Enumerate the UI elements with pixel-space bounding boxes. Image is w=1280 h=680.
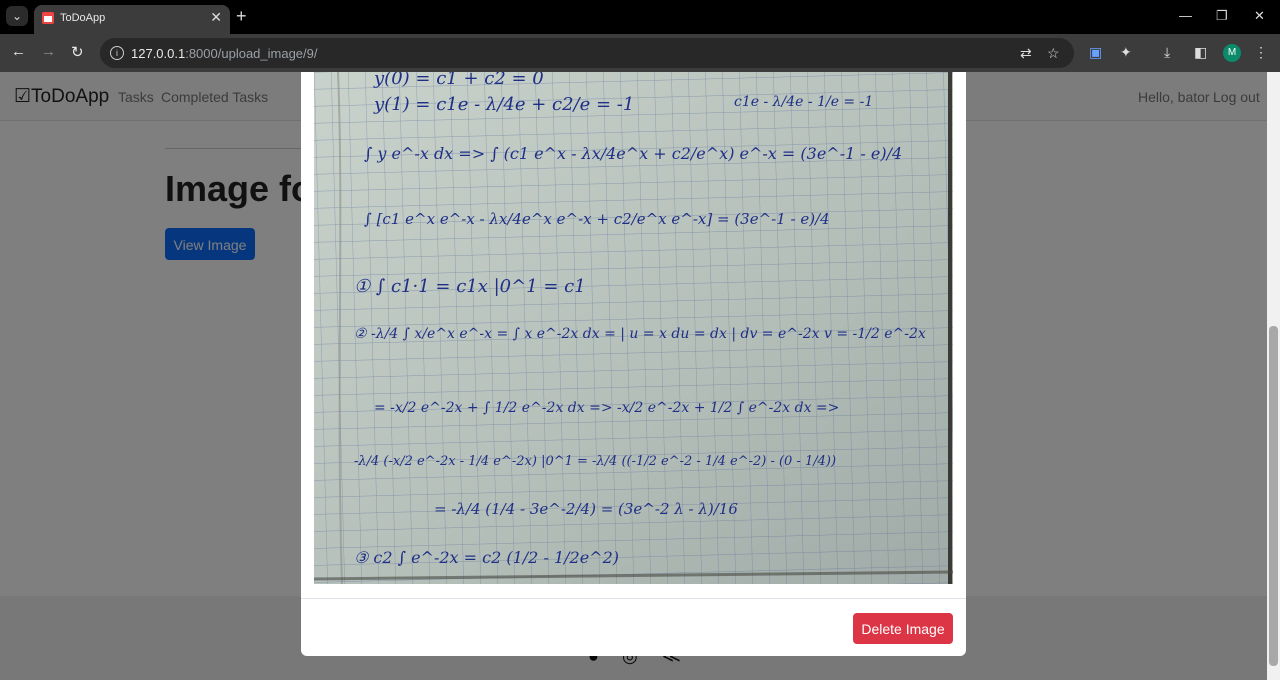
translate-icon[interactable]: ⇄ xyxy=(1020,45,1032,62)
address-bar[interactable]: i 127.0.0.1:8000/upload_image/9/ ⇄ ☆ xyxy=(100,38,1074,68)
menu-icon[interactable]: ⋮ xyxy=(1254,44,1268,61)
uploaded-image: y(0) = c1 + c2 = 0 y(1) = c1e - λ/4e + c… xyxy=(314,72,953,584)
modal-footer: Delete Image xyxy=(301,598,966,657)
side-panel-icon[interactable]: ◧ xyxy=(1194,44,1207,61)
note-line: ① ∫ c1·1 = c1x |0^1 = c1 xyxy=(354,276,586,297)
minimize-icon[interactable]: — xyxy=(1179,8,1192,23)
url-host: 127.0.0.1 xyxy=(131,46,186,61)
forward-icon[interactable]: → xyxy=(41,43,56,60)
note-line: = -λ/4 (1/4 - 3e^-2/4) = (3e^-2 λ - λ)/1… xyxy=(434,500,738,518)
site-info-icon[interactable]: i xyxy=(110,46,124,60)
new-tab-icon[interactable]: + xyxy=(236,6,247,27)
tab-search-icon[interactable]: ⌄ xyxy=(6,6,28,26)
note-line: y(0) = c1 + c2 = 0 xyxy=(374,72,544,89)
image-modal: y(0) = c1 + c2 = 0 y(1) = c1e - λ/4e + c… xyxy=(301,72,966,656)
download-icon[interactable]: ⤓ xyxy=(1164,44,1170,61)
browser-tabstrip: ⌄ ToDoApp ✕ + — ❐ ✕ xyxy=(0,0,1280,34)
note-line: ③ c2 ∫ e^-2x = c2 (1/2 - 1/2e^2) xyxy=(354,548,619,567)
url-text: 127.0.0.1:8000/upload_image/9/ xyxy=(131,46,318,61)
note-line: c1e - λ/4e - 1/e = -1 xyxy=(734,94,874,110)
url-path: :8000/upload_image/9/ xyxy=(185,46,318,61)
extensions-icon[interactable]: ✦ xyxy=(1120,44,1132,61)
close-tab-icon[interactable]: ✕ xyxy=(210,9,222,26)
note-line: ∫ [c1 e^x e^-x - λx/4e^x e^-x + c2/e^x e… xyxy=(364,210,830,228)
browser-toolbar: ← → ↻ i 127.0.0.1:8000/upload_image/9/ ⇄… xyxy=(0,34,1280,72)
reload-icon[interactable]: ↻ xyxy=(71,43,84,61)
note-line: -λ/4 (-x/2 e^-2x - 1/4 e^-2x) |0^1 = -λ/… xyxy=(354,454,837,469)
tab-title: ToDoApp xyxy=(60,12,106,24)
close-window-icon[interactable]: ✕ xyxy=(1254,8,1265,24)
note-line: y(1) = c1e - λ/4e + c2/e = -1 xyxy=(374,94,635,115)
profile-avatar[interactable]: M xyxy=(1223,44,1241,62)
note-line: ② -λ/4 ∫ x/e^x e^-x = ∫ x e^-2x dx = | u… xyxy=(354,326,926,342)
back-icon[interactable]: ← xyxy=(11,43,26,60)
scrollbar-thumb[interactable] xyxy=(1269,326,1278,666)
browser-tab[interactable]: ToDoApp ✕ xyxy=(34,5,230,34)
delete-image-button[interactable]: Delete Image xyxy=(853,613,953,644)
note-line: = -x/2 e^-2x + ∫ 1/2 e^-2x dx => -x/2 e^… xyxy=(374,400,840,416)
calendar-favicon-icon xyxy=(42,12,54,24)
restore-icon[interactable]: ❐ xyxy=(1216,8,1228,24)
note-line: ∫ y e^-x dx => ∫ (c1 e^x - λx/4e^x + c2/… xyxy=(364,144,903,163)
translate-extension-icon[interactable]: ▣ xyxy=(1089,44,1102,61)
bookmark-star-icon[interactable]: ☆ xyxy=(1047,45,1060,62)
